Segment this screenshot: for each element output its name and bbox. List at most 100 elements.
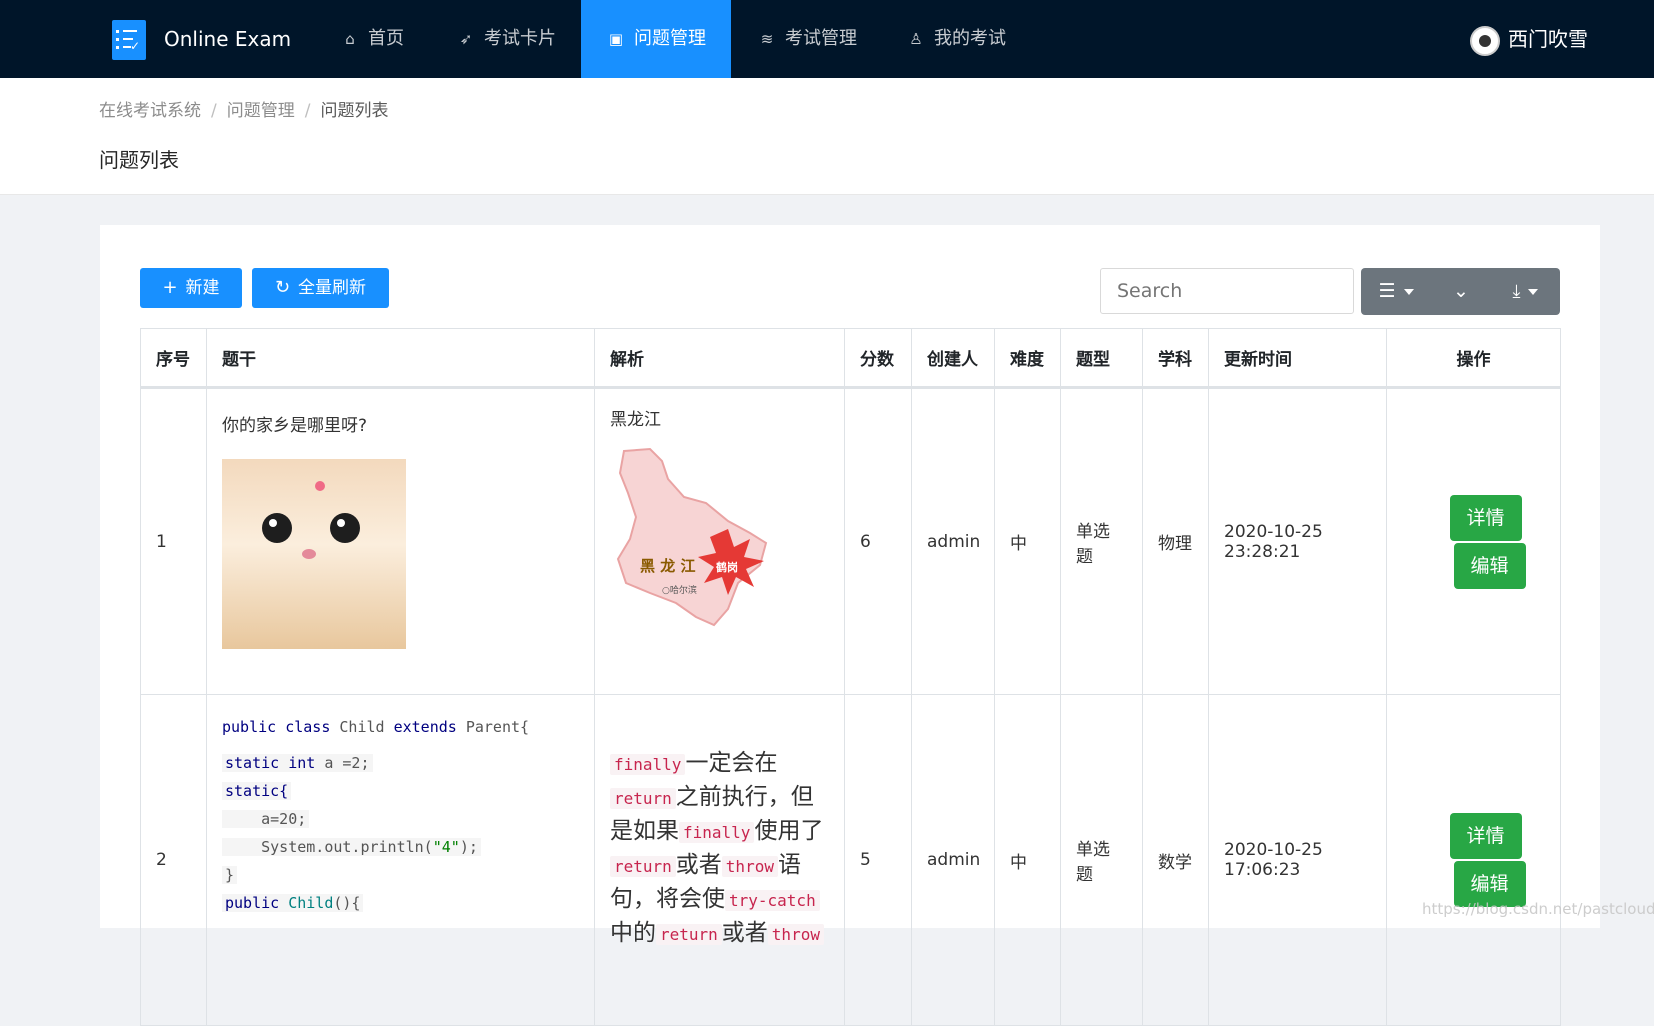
code-token: Parent{ <box>465 718 530 736</box>
user-icon: ♙ <box>909 30 923 48</box>
analysis-text: finally 一定会在 return 之前执行，但是如果 finally 使用了 re… <box>610 747 830 951</box>
cat-image <box>222 459 406 649</box>
chevron-down-icon: ⌄ <box>1453 280 1469 302</box>
inline-code: try-catch <box>725 890 820 911</box>
stack-icon: ≋ <box>760 30 774 48</box>
nav-label: 首页 <box>368 28 404 49</box>
cell-type: 单选题 <box>1060 387 1143 695</box>
breadcrumb-item[interactable]: 在线考试系统 <box>99 101 201 121</box>
code-token: a =2; <box>315 754 370 772</box>
new-button[interactable]: + 新建 <box>140 268 242 308</box>
column-header-question[interactable]: 题干 <box>206 328 595 389</box>
type-text: 题 <box>1076 865 1093 885</box>
cell-actions: 详情 编辑 <box>1386 387 1561 695</box>
detail-button[interactable]: 详情 <box>1449 494 1522 541</box>
updated-date: 2020-10-25 <box>1224 521 1323 542</box>
code-token: Child <box>288 894 334 912</box>
nav-item-exam-management[interactable]: ≋ 考试管理 <box>741 0 873 78</box>
user-name: 西门吹雪 <box>1508 27 1588 51</box>
avatar <box>1470 25 1500 56</box>
edit-button[interactable]: 编辑 <box>1453 542 1526 589</box>
column-header-actions: 操作 <box>1386 328 1561 389</box>
code-token: (){ <box>333 894 361 912</box>
code-snippet: public class Child extends Parent{ stati… <box>222 713 579 917</box>
cell-index: 1 <box>140 387 207 695</box>
cell-actions: 详情 编辑 <box>1386 694 1561 1026</box>
cell-subject: 物理 <box>1142 387 1209 695</box>
caret-down-icon <box>1403 289 1414 295</box>
nav-item-my-exams[interactable]: ♙ 我的考试 <box>890 0 1022 78</box>
user-menu[interactable]: 西门吹雪 <box>1470 24 1588 56</box>
plus-icon: + <box>162 277 178 298</box>
export-button[interactable]: ⤓ <box>1491 268 1560 315</box>
exam-logo-icon[interactable]: ✓ <box>112 20 146 60</box>
code-token: int <box>288 754 316 772</box>
refresh-all-button[interactable]: ↻ 全量刷新 <box>252 268 389 308</box>
analysis-fragment: 或者 <box>721 920 768 946</box>
home-icon: ⌂ <box>345 30 355 48</box>
inline-code: return <box>656 924 722 945</box>
column-header-score[interactable]: 分数 <box>844 328 912 389</box>
cell-question: public class Child extends Parent{ stati… <box>206 694 595 1026</box>
code-token: System.out.println( <box>225 838 433 856</box>
code-token: static <box>225 754 280 772</box>
analysis-fragment: 中的 <box>610 920 656 946</box>
caret-down-icon <box>1528 289 1539 295</box>
question-text: 你的家乡是哪里呀? <box>222 416 368 436</box>
inline-code: finally <box>679 822 755 843</box>
table-row[interactable]: 1 你的家乡是哪里呀? 黑龙江 黑 龙 江 鹤岗 ○哈尔滨 6 admin 中 … <box>140 387 1561 695</box>
column-header-subject[interactable]: 学科 <box>1142 328 1209 389</box>
table-row[interactable]: 2 public class Child extends Parent{ sta… <box>140 694 1561 1026</box>
cell-analysis: finally 一定会在 return 之前执行，但是如果 finally 使用了 re… <box>594 694 845 1026</box>
cell-updated: 2020-10-25 23:28:21 <box>1208 387 1387 695</box>
question-table: 序号 题干 解析 分数 创建人 难度 题型 学科 更新时间 操作 1 你的家乡是… <box>140 328 1561 1026</box>
nav-label: 考试卡片 <box>484 28 556 49</box>
code-token: public <box>225 894 280 912</box>
search-input[interactable] <box>1100 268 1354 314</box>
code-token: ); <box>459 838 478 856</box>
column-header-analysis[interactable]: 解析 <box>594 328 845 389</box>
inline-code: finally <box>610 754 686 775</box>
cell-type: 单选题 <box>1060 694 1143 1026</box>
inline-code: throw <box>721 856 778 877</box>
page-title: 问题列表 <box>99 148 179 172</box>
expand-toggle-button[interactable]: ⌄ <box>1431 268 1491 315</box>
nav-item-exam-cards[interactable]: ➶ 考试卡片 <box>440 0 572 78</box>
nav-item-home[interactable]: ⌂ 首页 <box>324 0 420 78</box>
nav-item-question-management[interactable]: ▣ 问题管理 <box>581 0 731 78</box>
cell-question: 你的家乡是哪里呀? <box>206 387 595 695</box>
download-icon: ⤓ <box>1512 281 1521 302</box>
inline-code: throw <box>767 924 824 945</box>
column-header-difficulty[interactable]: 难度 <box>994 328 1061 389</box>
code-line: a=20; <box>222 810 310 828</box>
nav-label: 我的考试 <box>934 28 1006 49</box>
breadcrumb: 在线考试系统 / 问题管理 / 问题列表 <box>99 101 389 121</box>
column-header-index[interactable]: 序号 <box>140 328 207 389</box>
cell-creator: admin <box>911 694 995 1026</box>
page-header <box>0 78 1654 195</box>
breadcrumb-item[interactable]: 问题管理 <box>227 101 295 121</box>
table-header-row: 序号 题干 解析 分数 创建人 难度 题型 学科 更新时间 操作 <box>140 328 1561 389</box>
detail-button[interactable]: 详情 <box>1449 813 1522 859</box>
updated-date: 2020-10-25 <box>1224 840 1323 860</box>
list-icon: ☰ <box>1378 280 1396 302</box>
column-header-updated[interactable]: 更新时间 <box>1208 328 1387 389</box>
nav-label: 考试管理 <box>785 28 857 49</box>
columns-toggle-button[interactable]: ☰ <box>1361 268 1431 315</box>
code-token: "4" <box>432 838 460 856</box>
type-text: 单选 <box>1076 521 1110 542</box>
updated-time: 17:06:23 <box>1224 860 1301 880</box>
map-label: ○哈尔滨 <box>662 584 697 596</box>
column-header-type[interactable]: 题型 <box>1060 328 1143 389</box>
top-navbar: ✓ Online Exam ⌂ 首页 ➶ 考试卡片 ▣ 问题管理 ≋ 考试管理 ♙ 我的考… <box>0 0 1654 78</box>
cell-score: 5 <box>844 694 912 1026</box>
code-token: extends <box>393 718 457 736</box>
cell-score: 6 <box>844 387 912 695</box>
column-header-creator[interactable]: 创建人 <box>911 328 995 389</box>
rocket-icon: ➶ <box>459 30 473 48</box>
app-name[interactable]: Online Exam <box>164 26 291 52</box>
cell-analysis: 黑龙江 黑 龙 江 鹤岗 ○哈尔滨 <box>594 387 845 695</box>
cell-creator: admin <box>911 387 995 695</box>
map-label: 鹤岗 <box>716 560 738 574</box>
inline-code: return <box>610 788 676 809</box>
